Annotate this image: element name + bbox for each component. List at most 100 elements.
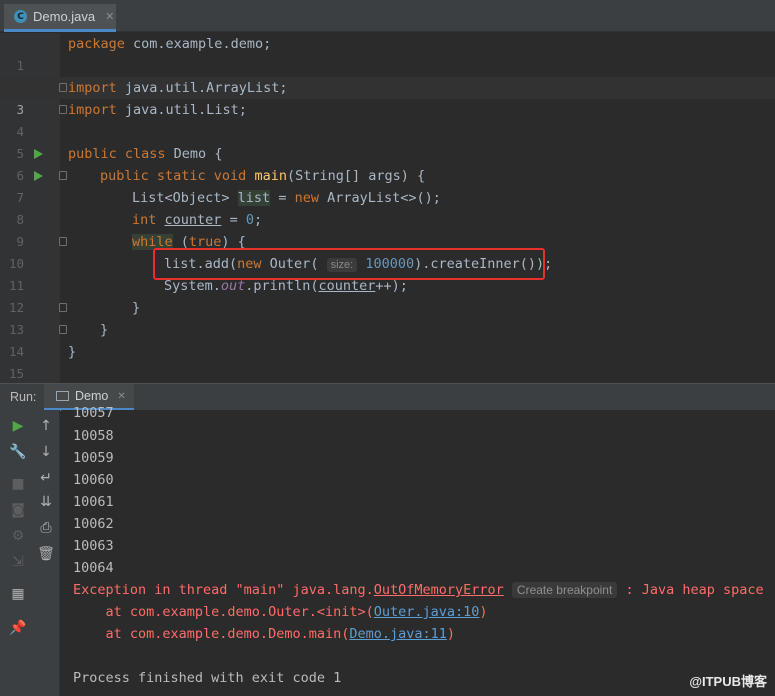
- code-editor[interactable]: 1 package com.example.demo; 2 3 import j…: [0, 33, 775, 383]
- exception-text: : Java heap space: [617, 582, 764, 598]
- source-link[interactable]: Demo.java:11: [349, 626, 447, 642]
- variable-highlight: list: [237, 190, 271, 206]
- code-text: =: [270, 190, 295, 206]
- keyword: import: [68, 102, 117, 118]
- console-line: 10059: [73, 450, 114, 466]
- code-line[interactable]: 9 int counter = 0;: [0, 209, 775, 249]
- close-icon[interactable]: ✕: [117, 391, 125, 402]
- keyword: package: [68, 36, 125, 52]
- console-line: 10057: [73, 405, 114, 421]
- camera-icon[interactable]: ◙: [8, 500, 28, 520]
- fold-icon[interactable]: [59, 105, 67, 114]
- watermark: @ITPUB博客: [689, 674, 767, 689]
- console-line: 10058: [73, 428, 114, 444]
- console-line: 10061: [73, 494, 114, 510]
- tab-label: Demo.java: [33, 9, 96, 24]
- console-output[interactable]: 10057 10058 10059 10060 10061 10062 1006…: [61, 405, 775, 696]
- trace-text: at com.example.demo.Demo.main(: [73, 626, 350, 642]
- line-number: 15: [8, 366, 24, 381]
- fold-icon[interactable]: [59, 237, 67, 246]
- console-line: 10062: [73, 516, 114, 532]
- code-line[interactable]: 8 List<Object> list = new ArrayList<>();: [0, 187, 775, 227]
- run-panel-title: Run:: [10, 390, 37, 404]
- code-text: ArrayList<>();: [318, 190, 441, 206]
- keyword: int: [132, 212, 157, 228]
- code-text: }: [132, 300, 141, 316]
- code-text: java.util.ArrayList;: [116, 80, 288, 96]
- exception-class-link[interactable]: OutOfMemoryError: [374, 582, 504, 598]
- exception-text: Exception in thread "main" java.lang.: [73, 582, 374, 598]
- scroll-to-end-icon[interactable]: ⇊: [36, 492, 56, 512]
- exception-line: Exception in thread "main" java.lang.Out…: [73, 579, 764, 601]
- soft-wrap-icon[interactable]: ↵: [36, 468, 56, 488]
- keyword: import: [68, 80, 117, 96]
- code-line[interactable]: 13 }: [0, 297, 775, 337]
- fold-icon[interactable]: [59, 325, 67, 334]
- code-line[interactable]: 15 }: [0, 341, 775, 381]
- console-line: 10060: [73, 472, 114, 488]
- code-line[interactable]: 6 public class Demo {: [0, 143, 775, 183]
- code-text: List<Object>: [132, 190, 238, 206]
- run-panel-header: Run: Demo ✕: [0, 383, 775, 411]
- static-field: out: [220, 278, 246, 294]
- keyword: new: [294, 190, 319, 206]
- code-text: java.util.List;: [116, 102, 247, 118]
- code-text: ;: [253, 212, 263, 228]
- code-line[interactable]: 2: [0, 55, 775, 95]
- code-line[interactable]: 1 package com.example.demo;: [0, 33, 775, 73]
- close-icon[interactable]: ✕: [105, 10, 114, 23]
- source-link[interactable]: Outer.java:10: [374, 604, 480, 620]
- trash-icon[interactable]: 🗑: [36, 544, 56, 564]
- variable: counter: [318, 278, 376, 294]
- tab-demo-java[interactable]: C Demo.java ✕: [4, 4, 116, 32]
- gear-icon[interactable]: ⚙: [8, 526, 28, 546]
- pin-icon[interactable]: 📌: [8, 618, 28, 638]
- exit-message: Process finished with exit code 1: [73, 670, 342, 686]
- stack-trace-line: at com.example.demo.Outer.<init>(Outer.j…: [73, 601, 488, 623]
- code-text: Demo {: [165, 146, 223, 162]
- run-toolbar: ▶ 🔧 ■ ◙ ⚙ ⇲ ▦ 📌 ↑ ↓ ↵ ⇊ ⎙ 🗑: [0, 410, 60, 696]
- variable: counter: [164, 212, 222, 228]
- code-line[interactable]: 5: [0, 121, 775, 161]
- code-text: }: [68, 344, 77, 360]
- stop-icon[interactable]: ■: [8, 474, 28, 494]
- code-line[interactable]: 4 import java.util.List;: [0, 99, 775, 139]
- code-text: com.example.demo;: [124, 36, 272, 52]
- code-text: }: [100, 322, 109, 338]
- code-text: System.: [164, 278, 221, 294]
- run-gutter-icon[interactable]: [34, 149, 43, 159]
- code-text: =: [221, 212, 246, 228]
- code-text: ++);: [375, 278, 408, 294]
- create-breakpoint-hint[interactable]: Create breakpoint: [511, 582, 618, 598]
- stack-trace-line: at com.example.demo.Demo.main(Demo.java:…: [73, 623, 456, 645]
- keyword: public class: [68, 146, 166, 162]
- java-class-icon: C: [14, 10, 27, 23]
- editor-tab-bar: C Demo.java ✕: [0, 0, 775, 32]
- fold-icon[interactable]: [59, 171, 67, 180]
- arrow-up-icon[interactable]: ↑: [36, 416, 56, 436]
- code-line[interactable]: 14 }: [0, 319, 775, 359]
- run-gutter-icon[interactable]: [34, 171, 43, 181]
- trace-text: ): [479, 604, 488, 620]
- layout-icon[interactable]: ▦: [8, 584, 28, 604]
- fold-icon[interactable]: [59, 83, 67, 92]
- run-icon[interactable]: ▶: [8, 416, 28, 436]
- wrench-icon[interactable]: 🔧: [8, 442, 28, 462]
- number-literal: 0: [245, 212, 254, 228]
- arrow-down-icon[interactable]: ↓: [36, 442, 56, 462]
- code-text: (String[] args) {: [286, 168, 426, 184]
- run-tab-label: Demo: [75, 389, 109, 403]
- print-icon[interactable]: ⎙: [36, 518, 56, 538]
- exit-icon[interactable]: ⇲: [8, 552, 28, 572]
- console-line: 10063: [73, 538, 114, 554]
- code-line-current[interactable]: 3 import java.util.ArrayList;: [0, 77, 775, 117]
- keyword: public static void: [100, 168, 247, 184]
- trace-text: ): [446, 626, 456, 642]
- method-name: main: [254, 168, 287, 184]
- code-line[interactable]: 7 public static void main(String[] args)…: [0, 165, 775, 205]
- console-icon: [56, 391, 69, 401]
- fold-icon[interactable]: [59, 303, 67, 312]
- trace-text: at com.example.demo.Outer.<init>(: [73, 604, 374, 620]
- highlight-annotation-box: [153, 248, 545, 280]
- console-line: 10064: [73, 560, 114, 576]
